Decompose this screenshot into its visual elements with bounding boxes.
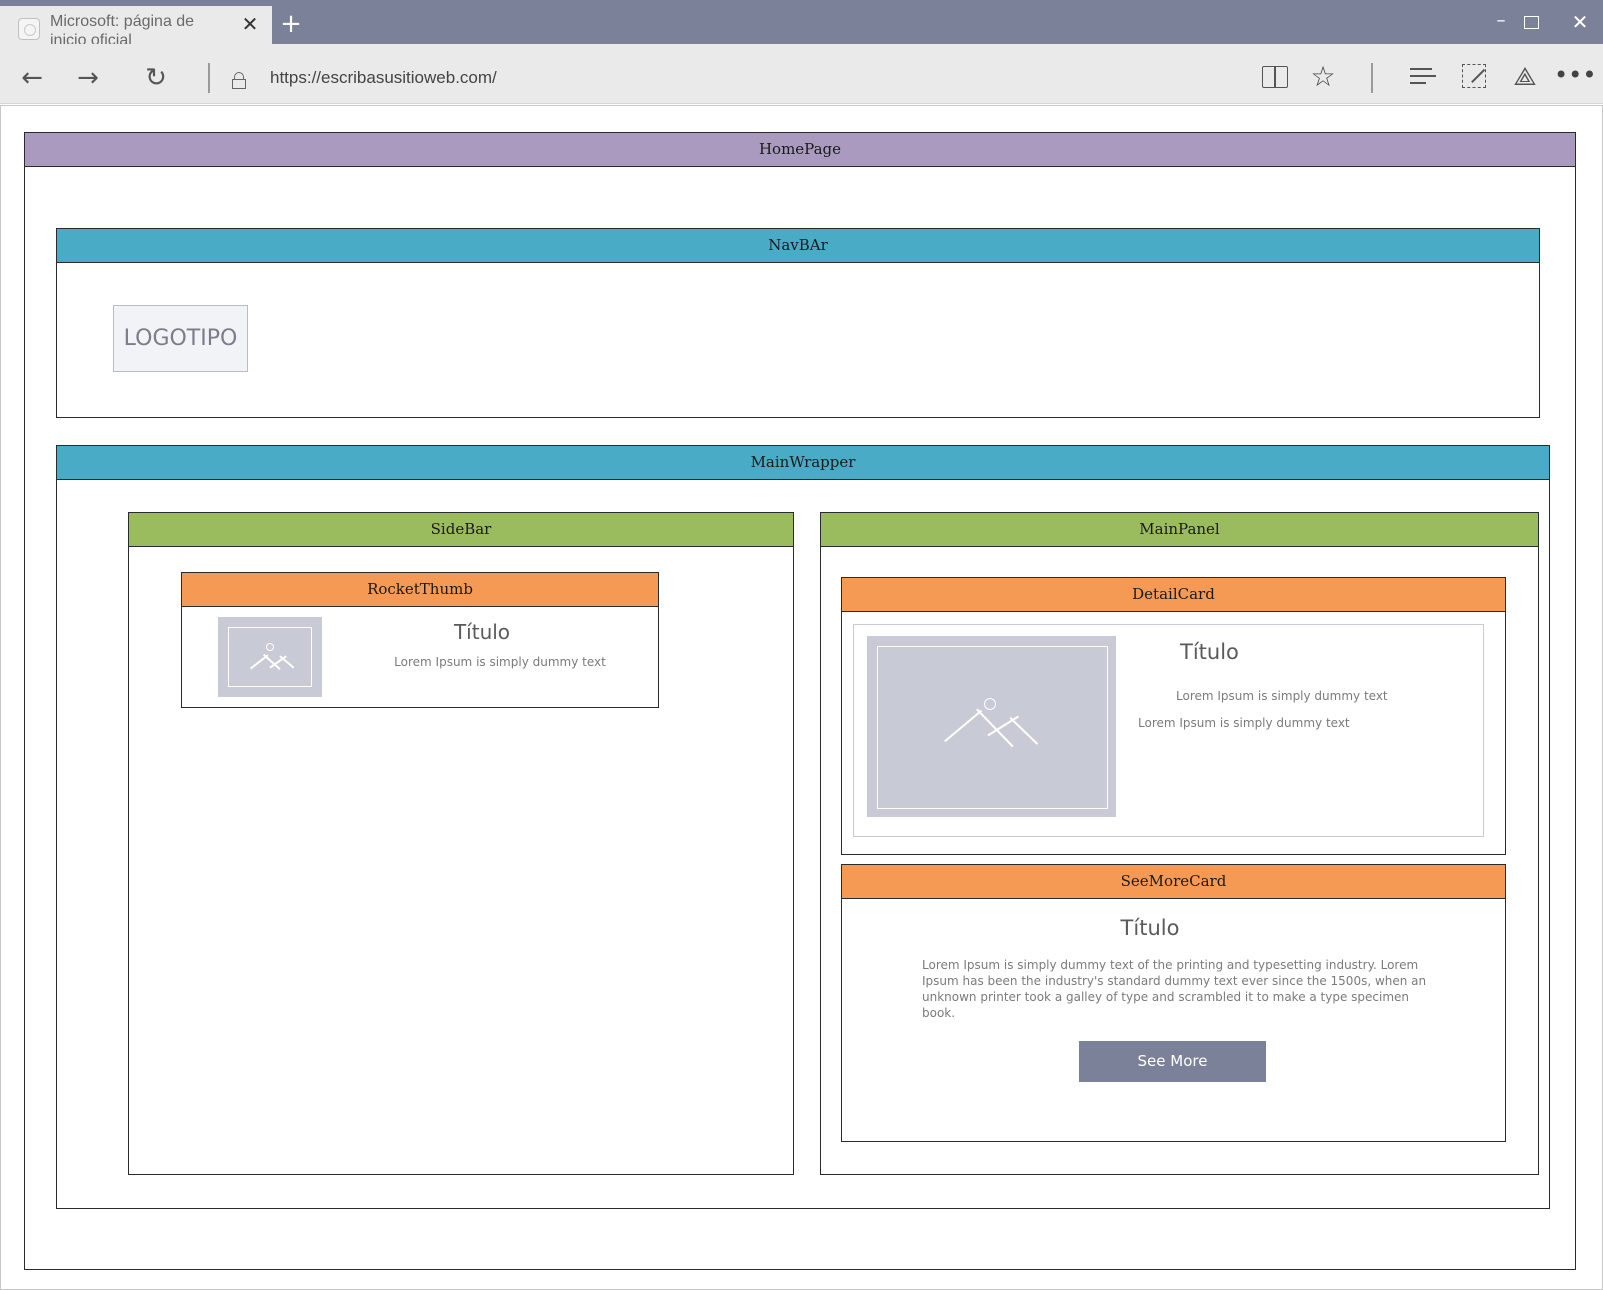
detailcard-text-1: Lorem Ipsum is simply dummy text bbox=[1176, 689, 1388, 703]
lock-icon bbox=[232, 72, 246, 90]
rocketthumb-text: Lorem Ipsum is simply dummy text bbox=[394, 655, 606, 669]
detailcard-title: Título bbox=[1180, 640, 1239, 664]
hub-icon[interactable] bbox=[1410, 68, 1436, 86]
detailcard-header: DetailCard bbox=[842, 578, 1505, 612]
share-icon[interactable]: ⟁ bbox=[1508, 60, 1542, 94]
close-tab-icon[interactable]: ✕ bbox=[238, 12, 262, 36]
favorite-star-icon[interactable]: ☆ bbox=[1306, 60, 1340, 94]
seemorecard-title: Título bbox=[1120, 916, 1180, 940]
navbar-header: NavBAr bbox=[57, 229, 1539, 263]
detailcard-text-2: Lorem Ipsum is simply dummy text bbox=[1138, 716, 1350, 730]
close-window-icon[interactable]: ✕ bbox=[1568, 10, 1592, 34]
mainpanel-header: MainPanel bbox=[821, 513, 1538, 547]
new-tab-icon[interactable]: + bbox=[276, 10, 306, 40]
homepage-header: HomePage bbox=[25, 133, 1575, 167]
navbar-frame: NavBAr bbox=[56, 228, 1540, 418]
maximize-icon[interactable] bbox=[1524, 16, 1539, 29]
browser-tab[interactable]: Microsoft: página de inicio oficial ✕ bbox=[0, 6, 272, 49]
sidebar-header: SideBar bbox=[129, 513, 793, 547]
toolbar-separator bbox=[1371, 63, 1373, 93]
rocketthumb-image-icon bbox=[218, 617, 322, 697]
mainwrapper-header: MainWrapper bbox=[57, 446, 1549, 480]
seemorecard-paragraph: Lorem Ipsum is simply dummy text of the … bbox=[922, 958, 1427, 1020]
url-field[interactable]: https://escribasusitioweb.com/ bbox=[270, 68, 497, 88]
forward-arrow-icon[interactable]: → bbox=[72, 62, 104, 94]
detailcard-image-icon bbox=[867, 636, 1116, 817]
refresh-icon[interactable]: ↻ bbox=[140, 62, 172, 94]
favicon-icon bbox=[18, 18, 40, 40]
address-separator bbox=[208, 63, 210, 93]
rocketthumb-title: Título bbox=[453, 620, 511, 644]
minimize-icon[interactable]: – bbox=[1490, 10, 1512, 32]
seemorecard-header: SeeMoreCard bbox=[842, 865, 1505, 899]
back-arrow-icon[interactable]: ← bbox=[16, 62, 48, 94]
see-more-button[interactable]: See More bbox=[1079, 1041, 1266, 1082]
web-note-icon[interactable] bbox=[1462, 64, 1486, 88]
reading-view-icon[interactable] bbox=[1262, 66, 1288, 88]
logo-text: LOGOTIPO bbox=[123, 326, 238, 351]
rocketthumb-header: RocketThumb bbox=[182, 573, 658, 607]
more-icon[interactable]: ••• bbox=[1554, 60, 1596, 94]
